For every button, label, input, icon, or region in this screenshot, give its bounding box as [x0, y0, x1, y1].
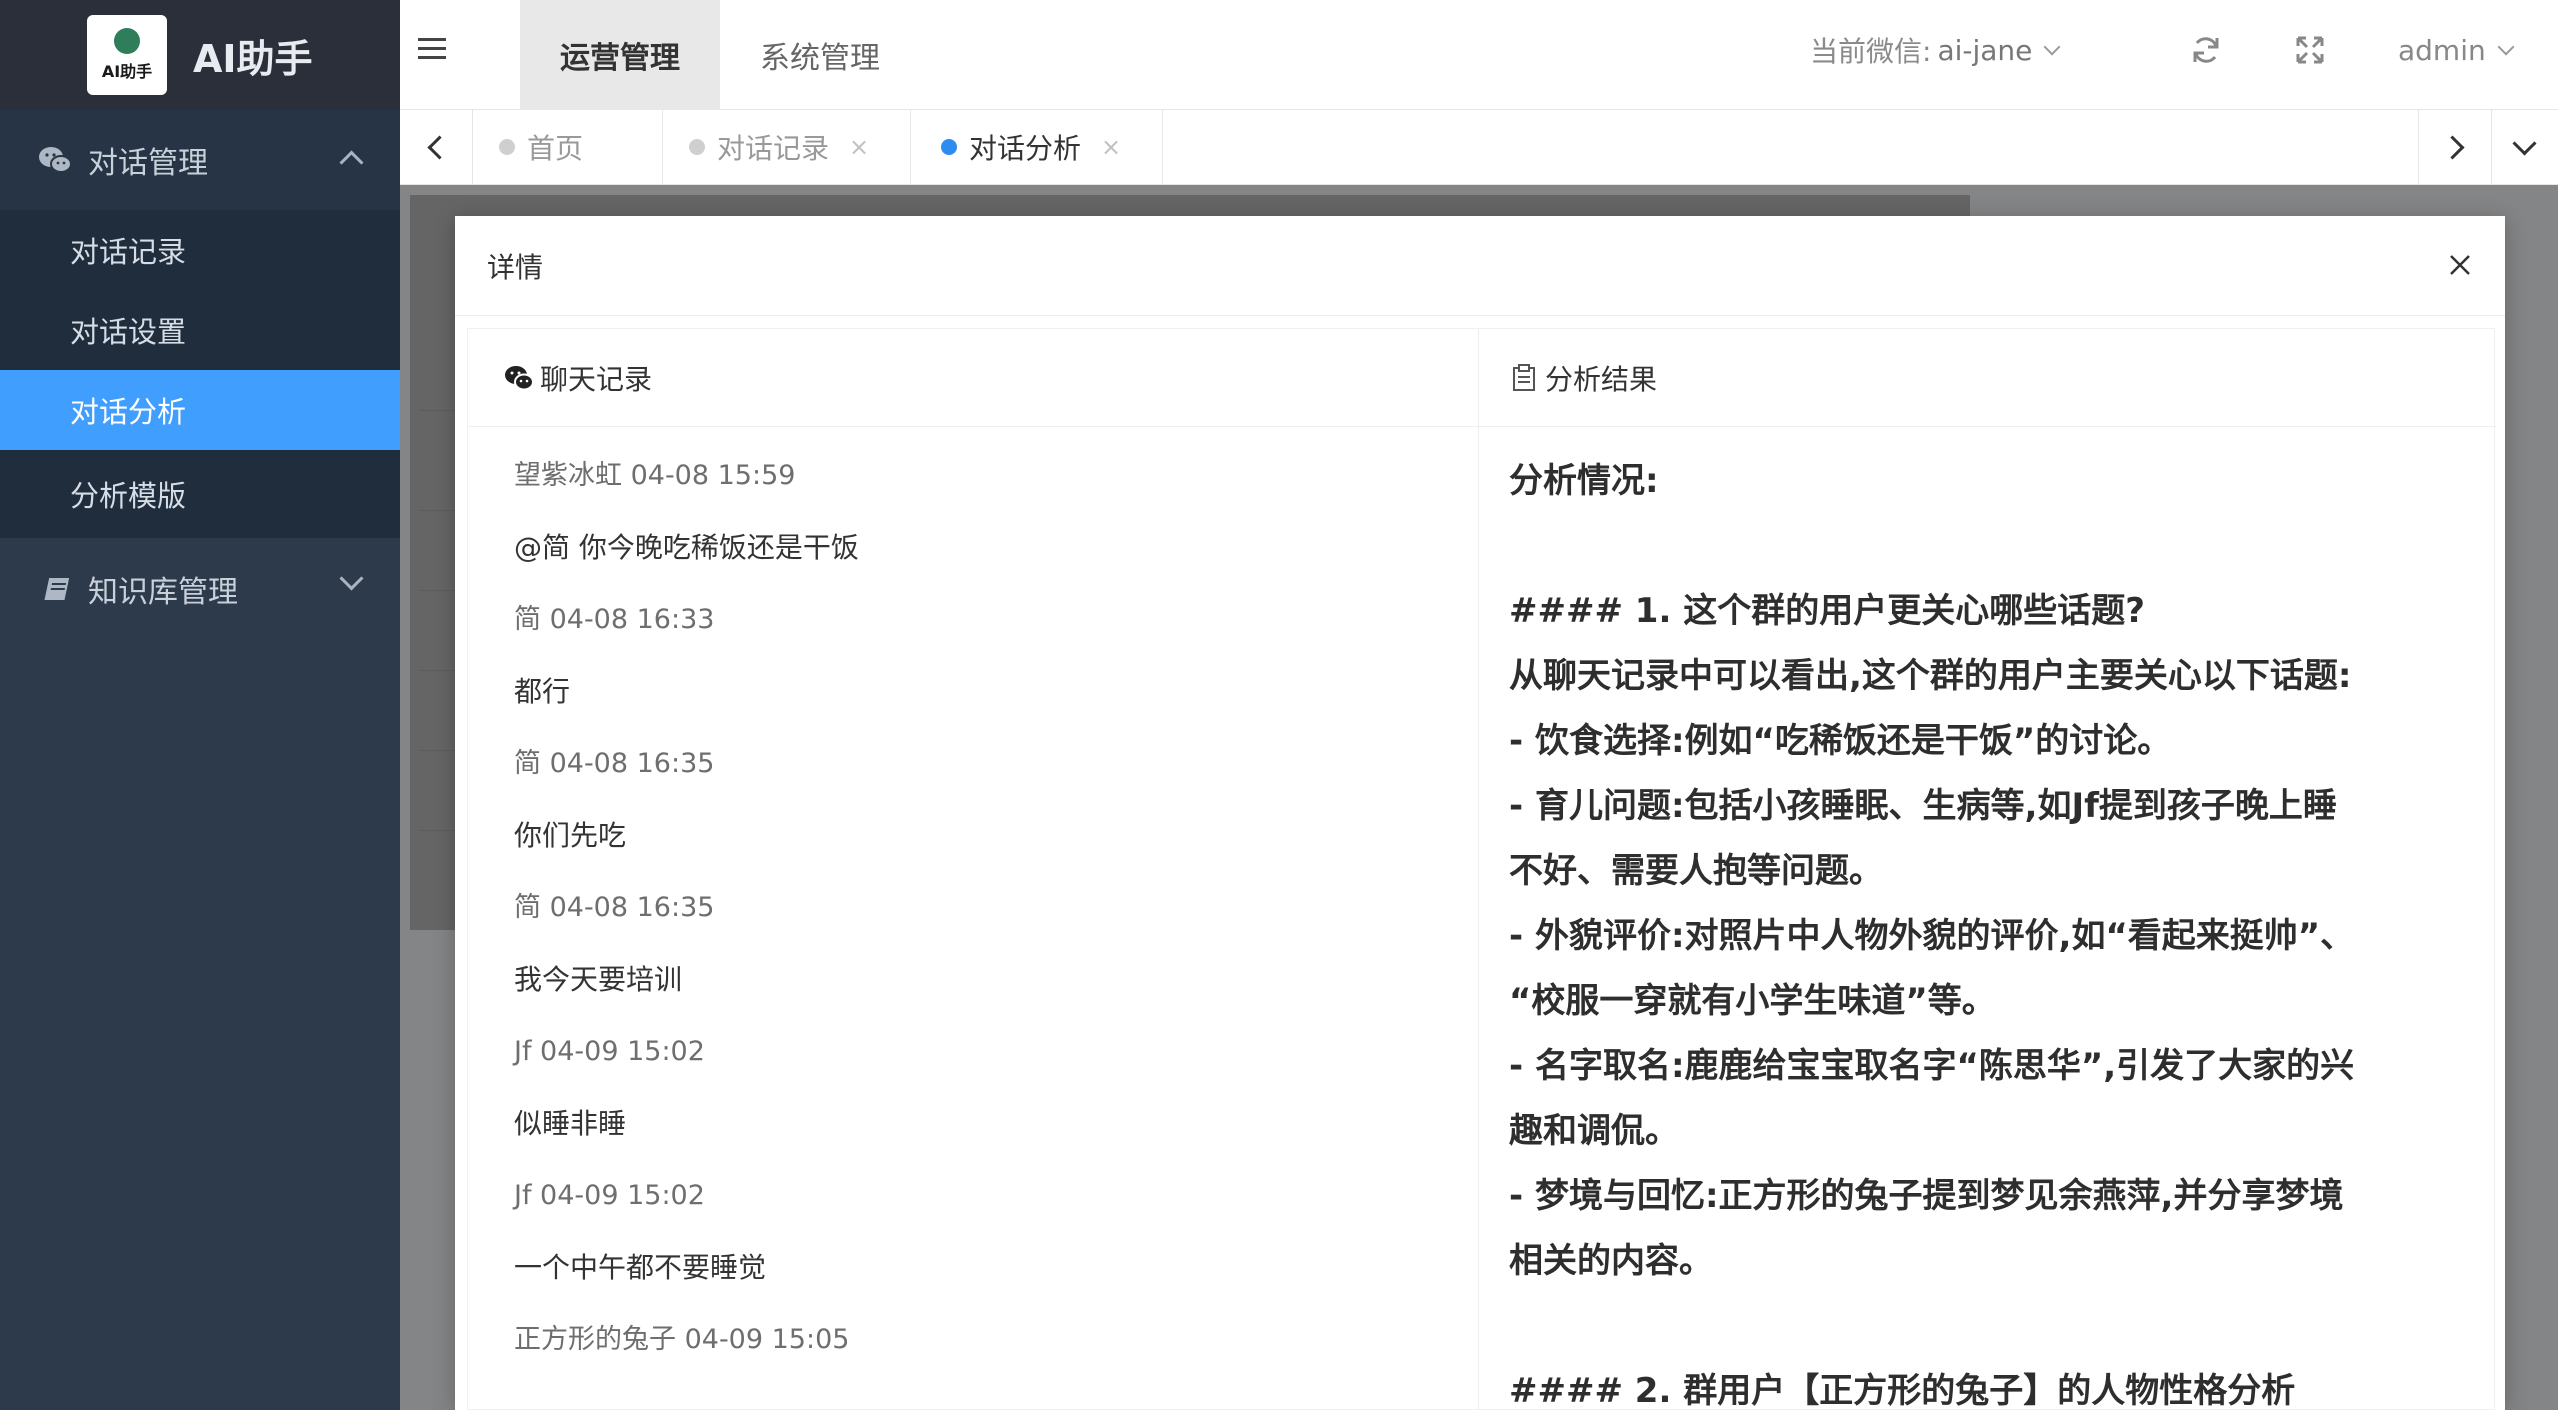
modal-header: 详情: [455, 216, 2505, 316]
modal-title: 详情: [487, 250, 544, 284]
wechat-value: ai-jane: [1937, 33, 2033, 67]
tabs-scroll-right-button[interactable]: [2418, 110, 2492, 184]
tab-dialog-analysis[interactable]: 对话分析 ×: [911, 110, 1163, 184]
chevron-left-icon: [426, 134, 452, 160]
chevron-down-icon: [339, 566, 364, 591]
tab-home[interactable]: 首页: [473, 110, 663, 184]
top-tab-operations[interactable]: 运营管理: [520, 0, 720, 110]
chat-records-header: 聊天记录: [468, 329, 1478, 427]
chat-meta: 简 04-08 16:33: [514, 604, 715, 635]
tabs-bar: 首页 对话记录 × 对话分析 ×: [400, 110, 2558, 185]
analysis-content: 分析情况: #### 1. 这个群的用户更关心哪些话题? 从聊天记录中可以看出,…: [1479, 427, 2496, 1410]
list-item: 简 04-08 16:35 你们先吃: [514, 732, 1478, 876]
chat-meta: 简 04-08 16:35: [514, 892, 715, 923]
analysis-line: 相关的内容。: [1509, 1241, 1713, 1281]
tab-status-dot: [689, 139, 705, 155]
chat-text: 似睡非睡: [514, 1107, 627, 1140]
chat-meta: 正方形的兔子 04-09 15:05: [514, 1324, 850, 1355]
logo-area: AI助手 AI助手: [0, 0, 400, 110]
logo-mark-icon: [114, 28, 140, 54]
analysis-line: #### 2. 群用户【正方形的兔子】的人物性格分析: [1509, 1371, 2296, 1410]
wechat-icon: [505, 365, 534, 390]
user-name: admin: [2398, 33, 2486, 67]
tab-status-dot: [941, 139, 957, 155]
sidebar-item-dialog-analysis[interactable]: 对话分析: [0, 370, 400, 450]
tab-dialog-records[interactable]: 对话记录 ×: [663, 110, 911, 184]
logo-text: AI助手: [101, 62, 153, 81]
chat-records-panel: 聊天记录 望紫冰虹 04-08 15:59 @简 你今晚吃稀饭还是干饭 简 04…: [468, 329, 1479, 1409]
chevron-down-icon: [2497, 38, 2515, 56]
wechat-label: 当前微信:: [1810, 35, 1932, 68]
detail-modal: 详情 聊天记录 望紫冰虹 04-08 15:59 @简 你今晚吃稀饭还是干饭 简…: [455, 216, 2505, 1410]
chat-list: 望紫冰虹 04-08 15:59 @简 你今晚吃稀饭还是干饭 简 04-08 1…: [468, 427, 1478, 1372]
chevron-down-icon: [2511, 130, 2537, 156]
close-tab-icon[interactable]: ×: [849, 133, 869, 161]
top-header: 运营管理 系统管理 当前微信: ai-jane admin: [400, 0, 2558, 110]
menu-group-knowledge-base[interactable]: 知识库管理: [0, 538, 400, 640]
sidebar-item-dialog-settings[interactable]: 对话设置: [0, 290, 400, 370]
chevron-up-icon: [339, 150, 364, 175]
submenu-dialog-management: 对话记录 对话设置 对话分析 分析模版: [0, 210, 400, 538]
tabs-menu-button[interactable]: [2488, 110, 2558, 184]
menu-group-dialog-management[interactable]: 对话管理: [0, 110, 400, 210]
list-item: 正方形的兔子 04-09 15:05: [514, 1308, 1478, 1372]
analysis-line: 从聊天记录中可以看出,这个群的用户主要关心以下话题:: [1509, 656, 2352, 696]
list-item: 简 04-08 16:33 都行: [514, 588, 1478, 732]
chat-text: 一个中午都不要睡觉: [514, 1251, 767, 1284]
close-tab-icon[interactable]: ×: [1101, 133, 1121, 161]
menu-group-label: 对话管理: [88, 146, 208, 181]
close-icon[interactable]: [2445, 250, 2475, 280]
clipboard-icon: [1513, 363, 1535, 391]
analysis-line: 趣和调侃。: [1509, 1111, 1679, 1151]
app-title: AI助手: [193, 36, 313, 81]
menu-toggle-icon[interactable]: [418, 38, 446, 64]
refresh-icon[interactable]: [2190, 34, 2222, 66]
app-logo: AI助手: [87, 15, 167, 95]
sidebar: AI助手 AI助手 对话管理 对话记录 对话设置 对话分析 分析模版 知识库管理: [0, 0, 400, 1410]
list-item: Jf 04-09 15:02 似睡非睡: [514, 1020, 1478, 1164]
chat-meta: 简 04-08 16:35: [514, 748, 715, 779]
chevron-right-icon: [2439, 134, 2465, 160]
analysis-line: #### 1. 这个群的用户更关心哪些话题?: [1509, 591, 2145, 631]
tab-label: 对话分析: [969, 132, 1082, 165]
analysis-line: - 育儿问题:包括小孩睡眠、生病等,如Jf提到孩子晚上睡: [1509, 786, 2337, 826]
sidebar-item-analysis-templates[interactable]: 分析模版: [0, 450, 400, 538]
tab-label: 首页: [527, 132, 584, 165]
chat-text: @简 你今晚吃稀饭还是干饭: [514, 531, 859, 564]
wechat-icon: [39, 147, 72, 173]
analysis-line: - 梦境与回忆:正方形的兔子提到梦见余燕萍,并分享梦境: [1509, 1176, 2344, 1216]
top-tab-system[interactable]: 系统管理: [720, 0, 920, 110]
modal-body: 聊天记录 望紫冰虹 04-08 15:59 @简 你今晚吃稀饭还是干饭 简 04…: [467, 328, 2496, 1410]
chat-records-title: 聊天记录: [540, 362, 653, 396]
analysis-line: - 名字取名:鹿鹿给宝宝取名字“陈思华”,引发了大家的兴: [1509, 1046, 2355, 1086]
analysis-line: - 外貌评价:对照片中人物外貌的评价,如“看起来挺帅”、: [1509, 916, 2355, 956]
user-menu[interactable]: admin: [2398, 0, 2515, 100]
analysis-heading: 分析情况:: [1509, 461, 1659, 501]
chat-text: 都行: [514, 675, 571, 708]
analysis-result-title: 分析结果: [1545, 362, 1658, 396]
analysis-line: “校服一穿就有小学生味道”等。: [1509, 981, 1996, 1021]
menu-group-label: 知识库管理: [88, 575, 238, 610]
list-item: 简 04-08 16:35 我今天要培训: [514, 876, 1478, 1020]
fullscreen-icon[interactable]: [2294, 34, 2326, 66]
list-item: Jf 04-09 15:02 一个中午都不要睡觉: [514, 1164, 1478, 1308]
wechat-selector[interactable]: 当前微信: ai-jane: [1810, 0, 2061, 100]
chat-text: 你们先吃: [514, 819, 627, 852]
book-icon: [44, 578, 70, 600]
chevron-down-icon: [2043, 38, 2061, 56]
chat-text: 我今天要培训: [514, 963, 683, 996]
chat-meta: 望紫冰虹 04-08 15:59: [514, 460, 796, 491]
analysis-result-panel: 分析结果 分析情况: #### 1. 这个群的用户更关心哪些话题? 从聊天记录中…: [1479, 329, 2496, 1410]
tab-status-dot: [499, 139, 515, 155]
analysis-line: 不好、需要人抱等问题。: [1509, 851, 1883, 891]
sidebar-item-dialog-records[interactable]: 对话记录: [0, 210, 400, 290]
tab-label: 对话记录: [717, 132, 830, 165]
chat-meta: Jf 04-09 15:02: [514, 1036, 705, 1067]
chat-meta: Jf 04-09 15:02: [514, 1180, 705, 1211]
list-item: 望紫冰虹 04-08 15:59 @简 你今晚吃稀饭还是干饭: [514, 444, 1478, 588]
analysis-line: - 饮食选择:例如“吃稀饭还是干饭”的讨论。: [1509, 721, 2172, 761]
tabs-scroll-left-button[interactable]: [400, 110, 473, 184]
analysis-result-header: 分析结果: [1479, 329, 2496, 427]
